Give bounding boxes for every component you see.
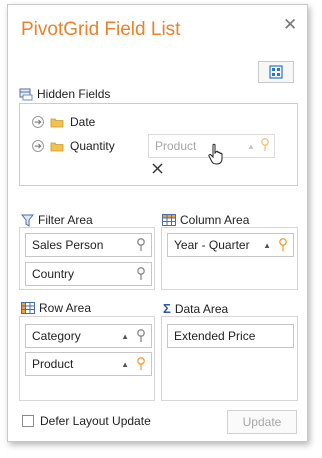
remove-x-icon: [152, 163, 163, 174]
defer-layout-update[interactable]: Defer Layout Update: [22, 414, 151, 428]
filter-area-header: Filter Area: [21, 213, 93, 227]
folder-icon: [50, 142, 64, 151]
sort-ascending-icon[interactable]: ▲: [121, 332, 129, 341]
field-label: Product: [32, 357, 74, 371]
data-area-label: Data Area: [174, 301, 229, 316]
hidden-field-label: Date: [70, 115, 96, 129]
data-area-header: Σ Data Area: [163, 301, 228, 316]
column-area-box[interactable]: Year - Quarter ▲: [161, 227, 298, 290]
field-sales-person[interactable]: Sales Person: [25, 233, 152, 257]
hidden-fields-label: Hidden Fields: [37, 87, 111, 101]
funnel-icon: [21, 214, 34, 227]
hidden-field-label: Quantity: [70, 139, 115, 153]
row-area-label: Row Area: [39, 301, 92, 315]
field-label: Extended Price: [174, 329, 256, 343]
row-grid-icon: [21, 302, 35, 314]
filter-pin-icon: [261, 138, 269, 151]
row-area-box[interactable]: Category ▲ Product ▲: [19, 316, 155, 401]
pivot-field-list-window: PivotGrid Field List ✕ Hidden Fields ➔ D…: [7, 4, 308, 442]
filter-pin-icon[interactable]: [135, 266, 147, 282]
field-label: Category: [32, 329, 81, 343]
filter-area-box[interactable]: Sales Person Country: [19, 227, 155, 290]
field-product[interactable]: Product ▲: [25, 352, 152, 376]
hidden-field-quantity[interactable]: ➔ Quantity: [32, 139, 115, 153]
data-area-box[interactable]: Extended Price: [161, 316, 298, 401]
defer-label: Defer Layout Update: [40, 414, 151, 428]
sort-ascending-icon[interactable]: ▲: [121, 360, 129, 369]
field-label: Year - Quarter: [174, 238, 250, 252]
field-extended-price[interactable]: Extended Price: [167, 324, 294, 348]
row-area-header: Row Area: [21, 301, 91, 315]
field-country[interactable]: Country: [25, 262, 152, 286]
folder-icon: [50, 118, 64, 127]
hand-cursor-icon: [208, 143, 223, 165]
filter-pin-icon[interactable]: [135, 237, 147, 253]
filter-pin-icon[interactable]: [135, 328, 147, 344]
arrow-right-icon[interactable]: ➔: [32, 116, 44, 128]
sigma-icon: Σ: [163, 301, 171, 316]
defer-checkbox[interactable]: [22, 415, 34, 427]
arrow-right-icon[interactable]: ➔: [32, 140, 44, 152]
window-title: PivotGrid Field List: [21, 19, 181, 40]
column-area-header: Column Area: [162, 213, 249, 227]
layout-grid-icon: [269, 65, 283, 79]
filter-pin-icon[interactable]: [135, 356, 147, 372]
filter-area-label: Filter Area: [38, 213, 93, 227]
hidden-fields-header: Hidden Fields: [19, 87, 110, 101]
sort-ascending-icon: ▲: [247, 142, 255, 151]
hidden-fields-drop-area[interactable]: ➔ Date ➔ Quantity Product ▲: [19, 103, 298, 186]
drag-ghost-label: Product: [155, 139, 197, 153]
column-area-label: Column Area: [180, 213, 250, 227]
update-button[interactable]: Update: [227, 410, 297, 434]
layout-toggle-button[interactable]: [258, 61, 294, 83]
hidden-fields-icon: [19, 88, 33, 100]
column-grid-icon: [162, 214, 176, 226]
hidden-field-date[interactable]: ➔ Date: [32, 115, 95, 129]
close-icon[interactable]: ✕: [283, 16, 297, 33]
filter-pin-icon[interactable]: [277, 237, 289, 253]
field-year-quarter[interactable]: Year - Quarter ▲: [167, 233, 294, 257]
field-label: Sales Person: [32, 238, 104, 252]
field-category[interactable]: Category ▲: [25, 324, 152, 348]
field-label: Country: [32, 267, 75, 281]
sort-ascending-icon[interactable]: ▲: [263, 241, 271, 250]
